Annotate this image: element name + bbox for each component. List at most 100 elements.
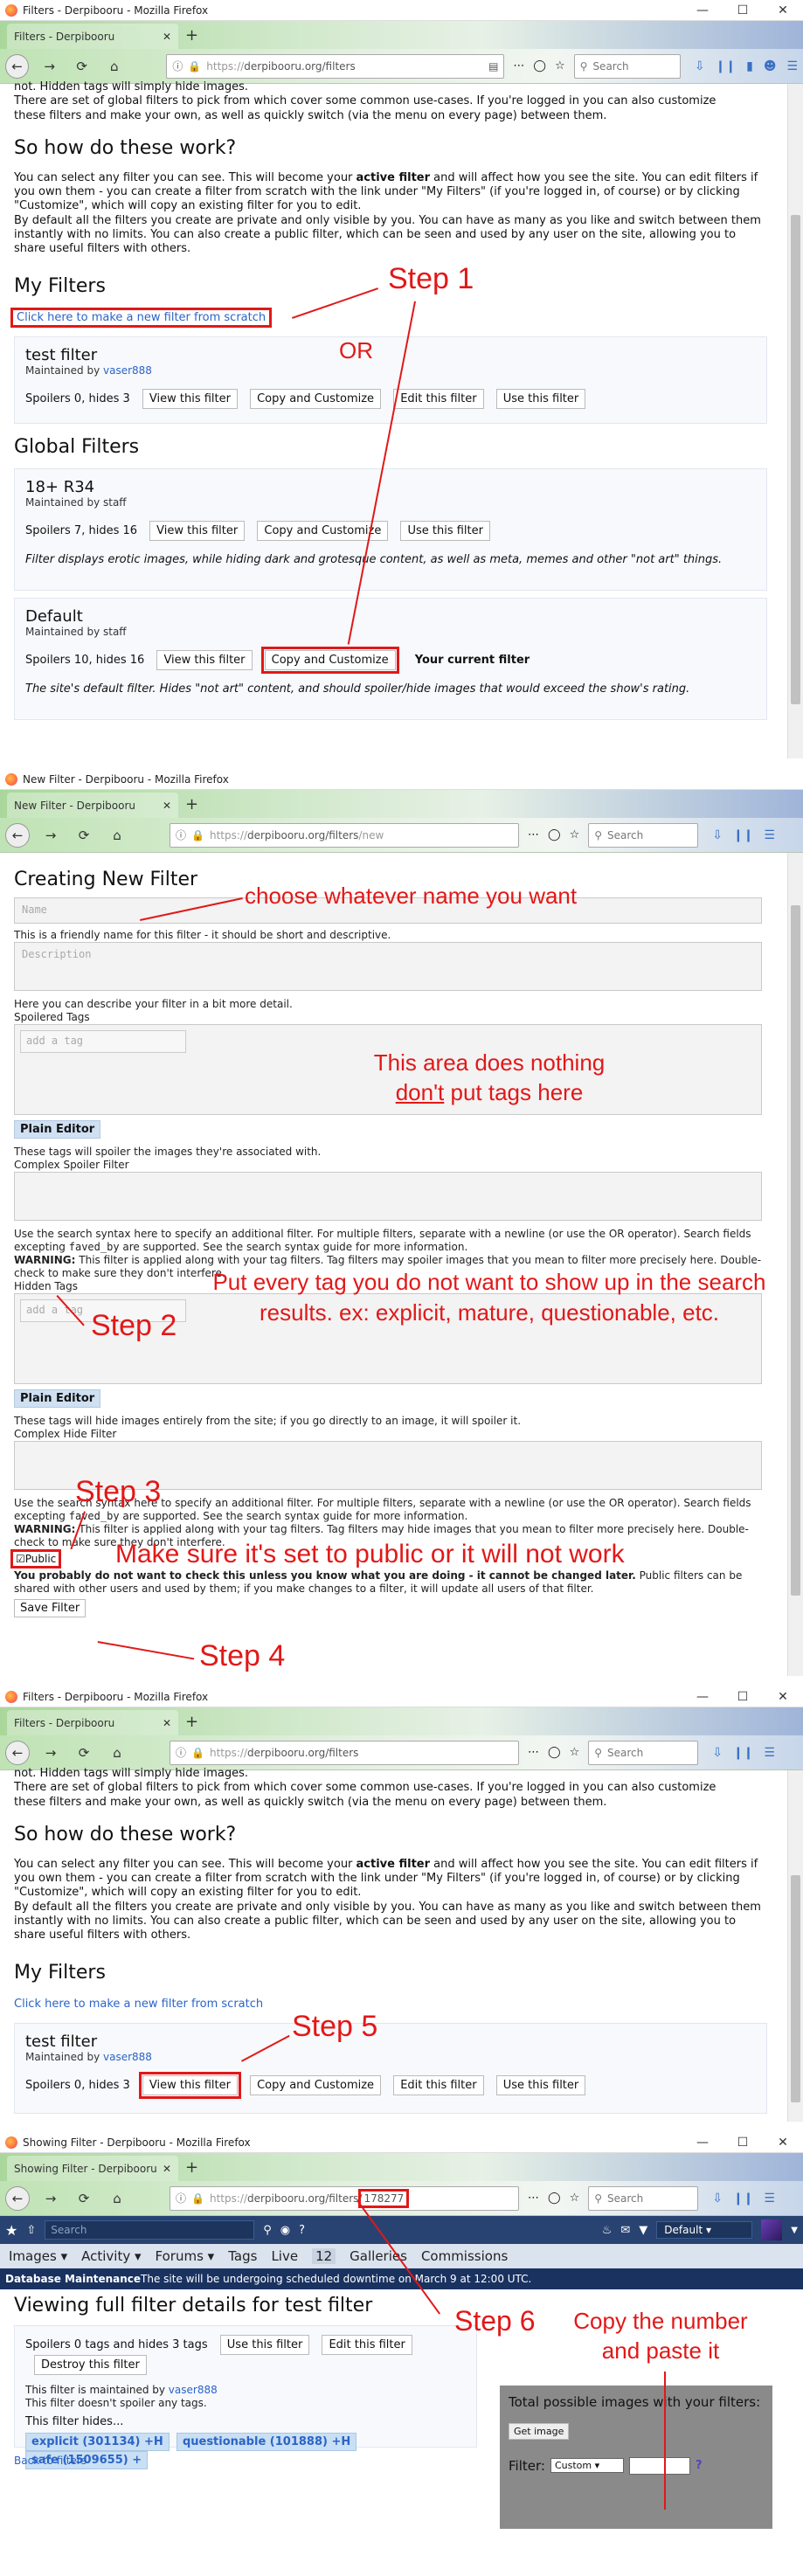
tag-explicit[interactable]: explicit (301134) +H [25, 2433, 170, 2452]
site-logo-icon[interactable]: ★ [5, 2222, 17, 2239]
more-icon[interactable]: ⋯ [528, 2192, 539, 2205]
menu-icon[interactable]: ☰ [764, 2192, 775, 2206]
forward-icon[interactable]: → [38, 823, 63, 848]
more-icon[interactable]: ⋯ [528, 828, 539, 841]
filter-id-input[interactable] [628, 2456, 690, 2475]
bookmark-star-icon[interactable]: ☆ [570, 2192, 580, 2205]
reload-icon[interactable]: ⟳ [72, 2186, 96, 2211]
download-icon[interactable]: ⇩ [712, 2192, 723, 2206]
edit-filter-button[interactable]: Edit this filter [322, 2335, 412, 2355]
url-bar[interactable]: ⓘ 🔒 https://derpibooru.org/filters ▤ [166, 53, 505, 79]
reader-icon[interactable]: ▤ [488, 60, 498, 73]
minimize-icon[interactable]: — [682, 3, 723, 17]
edit-filter-button[interactable]: Edit this filter [393, 2075, 484, 2096]
view-filter-button[interactable]: View this filter [156, 650, 253, 671]
site-search-input[interactable]: Search [45, 2220, 255, 2240]
new-tab-icon[interactable]: + [185, 2158, 198, 2177]
view-filter-button[interactable]: View this filter [142, 389, 238, 410]
bookmark-star-icon[interactable]: ☆ [570, 828, 580, 841]
plain-editor-button[interactable]: Plain Editor [14, 1389, 101, 1408]
new-tab-icon[interactable]: + [185, 26, 198, 45]
tag-questionable[interactable]: questionable (101888) +H [176, 2433, 357, 2452]
browser-tab[interactable]: Filters - Derpibooru ✕ [7, 1710, 178, 1735]
home-icon[interactable]: ⌂ [105, 1741, 129, 1765]
browser-search[interactable]: ⚲ Search [573, 53, 681, 79]
mail-icon[interactable]: ✉ [620, 2224, 630, 2237]
minimize-icon[interactable]: — [682, 1690, 723, 1704]
pocket-icon[interactable]: ◯ [548, 1746, 561, 1759]
filter-select[interactable]: Default ▾ [656, 2221, 753, 2239]
maintainer-link[interactable]: vaser888 [103, 364, 152, 377]
forward-icon[interactable]: → [38, 1741, 63, 1765]
close-icon[interactable]: ✕ [763, 1690, 803, 1704]
edit-filter-button[interactable]: Edit this filter [393, 389, 484, 410]
info-icon[interactable]: ⓘ [176, 828, 186, 842]
url-bar[interactable]: ⓘ 🔒 https://derpibooru.org/filters/178277 [170, 2185, 519, 2211]
new-filter-link[interactable]: Click here to make a new filter from scr… [14, 1998, 263, 2011]
tag-input[interactable]: add a tag [20, 1030, 186, 1053]
bookmark-star-icon[interactable]: ☆ [570, 1746, 580, 1759]
avatar[interactable] [761, 2219, 783, 2240]
chevron-down-icon[interactable]: ▼ [791, 2226, 798, 2235]
browser-search[interactable]: ⚲ Search [588, 822, 699, 848]
menu-icon[interactable]: ☰ [786, 59, 798, 73]
pocket-icon[interactable]: ◯ [533, 59, 546, 73]
forward-icon[interactable]: → [38, 2186, 63, 2211]
save-filter-button[interactable]: Save Filter [14, 1599, 87, 1617]
sidebar-icon[interactable]: ▮ [746, 59, 753, 73]
home-icon[interactable]: ⌂ [102, 54, 126, 79]
library-icon[interactable]: ❙❙ [733, 2192, 753, 2206]
nav-tags[interactable]: Tags [228, 2248, 257, 2264]
complex-spoiler-input[interactable] [14, 1172, 762, 1221]
new-tab-icon[interactable]: + [185, 1713, 198, 1731]
camera-icon[interactable]: ◉ [280, 2224, 290, 2237]
new-tab-icon[interactable]: + [185, 795, 198, 814]
copy-customize-button[interactable]: Copy and Customize [250, 389, 382, 410]
public-checkbox[interactable]: ☑Public [10, 1549, 62, 1568]
library-icon[interactable]: ❙❙ [716, 59, 736, 73]
pocket-icon[interactable]: ◯ [548, 828, 561, 841]
copy-customize-button[interactable]: Copy and Customize [260, 647, 399, 675]
maintainer-link[interactable]: vaser888 [103, 2051, 152, 2063]
maximize-icon[interactable]: ☐ [723, 2136, 763, 2150]
bookmark-star-icon[interactable]: ☆ [555, 59, 565, 73]
use-filter-button[interactable]: Use this filter [400, 521, 490, 542]
download-icon[interactable]: ⇩ [695, 59, 705, 73]
help-icon[interactable]: ? [299, 2224, 305, 2237]
tab-close-icon[interactable]: ✕ [163, 1717, 171, 1729]
pocket-icon[interactable]: ◯ [548, 2192, 561, 2205]
home-icon[interactable]: ⌂ [105, 823, 129, 848]
more-icon[interactable]: ⋯ [513, 59, 524, 73]
bell-icon[interactable]: ♨ [602, 2224, 613, 2237]
new-filter-link[interactable]: Click here to make a new filter from scr… [10, 308, 273, 329]
nav-live-count[interactable]: 12 [312, 2248, 336, 2264]
reload-icon[interactable]: ⟳ [72, 1741, 96, 1765]
filter-type-select[interactable]: Custom ▾ [550, 2458, 624, 2474]
filter-icon[interactable]: ▼ [639, 2224, 647, 2237]
tab-close-icon[interactable]: ✕ [163, 31, 171, 43]
url-bar[interactable]: ⓘ 🔒 https://derpibooru.org/filters [170, 1740, 519, 1765]
nav-activity[interactable]: Activity ▾ [81, 2248, 141, 2264]
scrollbar-thumb[interactable] [791, 905, 800, 1596]
browser-search[interactable]: ⚲ Search [588, 1740, 699, 1765]
back-icon[interactable]: ← [5, 822, 30, 848]
nav-forums[interactable]: Forums ▾ [156, 2248, 215, 2264]
home-icon[interactable]: ⌂ [105, 2186, 129, 2211]
use-filter-button[interactable]: Use this filter [495, 2075, 586, 2096]
help-icon[interactable]: ? [696, 2459, 703, 2472]
download-icon[interactable]: ⇩ [712, 828, 723, 842]
library-icon[interactable]: ❙❙ [733, 1746, 753, 1760]
forward-icon[interactable]: → [38, 54, 61, 79]
use-filter-button[interactable]: Use this filter [495, 389, 586, 410]
browser-search[interactable]: ⚲ Search [588, 2185, 699, 2211]
close-icon[interactable]: ✕ [763, 2136, 803, 2150]
info-icon[interactable]: ⓘ [176, 2191, 186, 2206]
info-icon[interactable]: ⓘ [172, 59, 183, 73]
destroy-filter-button[interactable]: Destroy this filter [34, 2355, 147, 2375]
nav-commissions[interactable]: Commissions [421, 2248, 508, 2264]
tab-close-icon[interactable]: ✕ [163, 2163, 171, 2175]
reload-icon[interactable]: ⟳ [70, 54, 93, 79]
use-filter-button[interactable]: Use this filter [219, 2335, 310, 2355]
description-input[interactable]: Description [14, 942, 762, 991]
scrollbar[interactable] [787, 853, 803, 1676]
